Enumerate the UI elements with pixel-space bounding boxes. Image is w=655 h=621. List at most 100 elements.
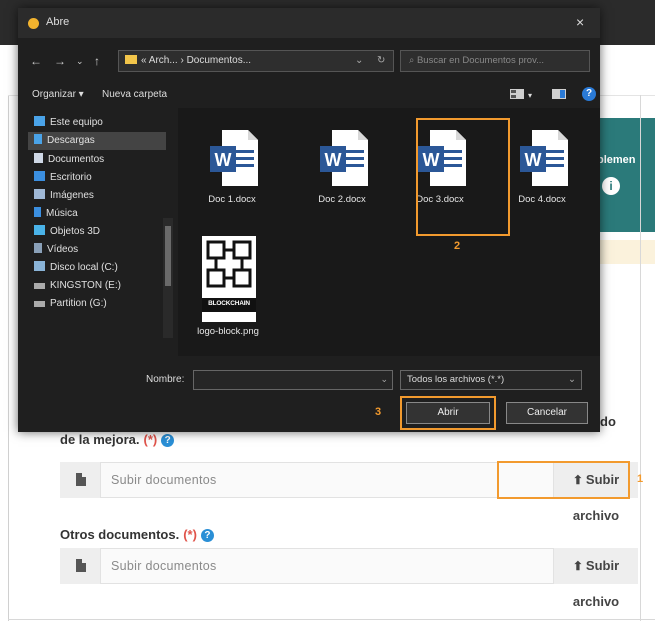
info-card-text: plemen <box>597 154 636 166</box>
svg-text:W: W <box>525 150 542 170</box>
nav-item-label: Disco local (C:) <box>50 262 118 273</box>
file-list: W Doc 1.docx W Doc 2.docx W Doc 3.docx W… <box>178 108 600 356</box>
nav-item-label: Este equipo <box>50 117 103 128</box>
file-item-doc4[interactable]: W Doc 4.docx <box>502 120 582 216</box>
nav-item-label: KINGSTON (E:) <box>50 280 121 291</box>
download-icon <box>34 134 42 144</box>
documents-icon <box>34 153 43 163</box>
page-divider <box>640 95 641 621</box>
nav-item-kingston[interactable]: KINGSTON (E:) <box>34 277 174 295</box>
nav-item-label: Descargas <box>47 135 95 146</box>
navigation-pane: Este equipo Descargas Documentos Escrito… <box>18 108 178 356</box>
drive-icon <box>34 301 45 307</box>
desktop-icon <box>34 171 45 181</box>
up-arrow-icon[interactable]: ↑ <box>94 54 100 68</box>
filetype-value: Todos los archivos (*.*) <box>407 374 505 385</box>
dialog-title-bar: Abre × <box>18 8 600 38</box>
chevron-down-icon[interactable]: ⌄ <box>568 371 576 389</box>
nav-item-local-disk[interactable]: Disco local (C:) <box>34 259 174 277</box>
nav-item-desktop[interactable]: Escritorio <box>34 169 174 187</box>
nav-item-this-pc[interactable]: Este equipo <box>34 114 174 132</box>
dialog-toolbar: Organizar ▾ Nueva carpeta ▾ ? <box>18 84 600 108</box>
file-item-doc1[interactable]: W Doc 1.docx <box>192 120 272 216</box>
nav-item-videos[interactable]: Vídeos <box>34 241 174 259</box>
videos-icon <box>34 243 42 253</box>
highlight-upload-button <box>497 461 630 499</box>
drive-icon <box>34 261 45 271</box>
word-document-icon: W <box>520 130 568 186</box>
nav-item-documents[interactable]: Documentos <box>34 151 174 169</box>
nav-item-pictures[interactable]: Imágenes <box>34 187 174 205</box>
highlight-open-button <box>400 396 496 430</box>
close-icon[interactable]: × <box>576 14 584 30</box>
info-icon: i <box>602 177 620 195</box>
nav-item-partition[interactable]: Partition (G:) <box>34 295 174 313</box>
cancel-button[interactable]: Cancelar <box>506 402 588 424</box>
upload-file-button[interactable]: ⬆ Subir archivo <box>554 548 638 609</box>
chevron-down-icon[interactable]: ⌄ <box>355 51 363 71</box>
help-icon[interactable]: ? <box>200 529 214 542</box>
scrollbar-thumb[interactable] <box>165 226 171 286</box>
recent-chevron-icon[interactable]: ⌄ <box>76 56 84 67</box>
usb-drive-icon <box>34 283 45 289</box>
dialog-title: Abre <box>46 16 70 28</box>
address-bar[interactable]: « Arch... › Documentos... ⌄ ↻ <box>118 50 394 72</box>
search-input[interactable]: ⌕ Buscar en Documentos prov... <box>400 50 590 72</box>
word-document-icon: W <box>210 130 258 186</box>
music-icon <box>34 207 41 217</box>
svg-text:W: W <box>325 150 342 170</box>
file-name: logo-block.png <box>197 326 259 337</box>
file-item-doc2[interactable]: W Doc 2.docx <box>302 120 382 216</box>
file-icon <box>76 473 86 486</box>
organize-menu[interactable]: Organizar ▾ <box>32 89 84 100</box>
required-marker: (*) <box>143 432 158 447</box>
file-name: Doc 2.docx <box>318 194 366 205</box>
filetype-select[interactable]: Todos los archivos (*.*) ⌄ <box>400 370 582 390</box>
upload-documents-input[interactable]: Subir documentos <box>100 548 554 584</box>
file-name: Doc 4.docx <box>518 194 566 205</box>
back-arrow-icon[interactable]: ← <box>30 54 42 68</box>
filename-label: Nombre: <box>146 374 185 385</box>
nav-item-label: Objetos 3D <box>50 226 101 237</box>
field-label-improvement: de la mejora. (*)? <box>60 432 175 447</box>
new-folder-button[interactable]: Nueva carpeta <box>102 89 167 100</box>
nav-item-downloads[interactable]: Descargas <box>28 132 166 150</box>
nav-item-label: Partition (G:) <box>50 298 107 309</box>
address-path: « Arch... › Documentos... <box>141 55 252 66</box>
nav-item-label: Música <box>46 208 78 219</box>
filename-input[interactable]: ⌄ <box>193 370 393 390</box>
field-label-other: Otros documentos. (*)? <box>60 527 214 542</box>
computer-icon <box>34 116 45 126</box>
step-number-3: 3 <box>375 406 382 418</box>
pictures-icon <box>34 189 45 199</box>
folder-icon <box>125 55 137 64</box>
help-icon[interactable]: ? <box>161 434 175 447</box>
upload-row-other: Subir documentos ⬆ Subir archivo <box>60 548 638 609</box>
page-left-edge <box>0 45 9 621</box>
dialog-footer: Nombre: ⌄ Todos los archivos (*.*) ⌄ 3 A… <box>18 358 600 432</box>
field-label-fragment: do <box>600 414 616 429</box>
nav-scrollbar[interactable] <box>163 218 173 338</box>
file-icon <box>76 559 86 572</box>
nav-item-music[interactable]: Música <box>34 205 174 223</box>
view-options-icon[interactable] <box>510 88 524 100</box>
nav-item-label: Imágenes <box>50 190 94 201</box>
file-item-logo[interactable]: BLOCKCHAIN logo-block.png <box>188 230 268 337</box>
preview-pane-icon[interactable] <box>552 88 566 100</box>
nav-item-label: Documentos <box>48 154 105 165</box>
upload-documents-input[interactable]: Subir documentos <box>100 462 554 498</box>
view-chevron-icon[interactable]: ▾ <box>528 91 532 100</box>
nav-item-label: Vídeos <box>47 244 79 255</box>
help-icon[interactable]: ? <box>582 87 596 101</box>
forward-arrow-icon[interactable]: → <box>54 54 66 68</box>
address-bar-row: ← → ⌄ ↑ « Arch... › Documentos... ⌄ ↻ ⌕ … <box>18 38 600 84</box>
objects3d-icon <box>34 225 45 235</box>
chevron-down-icon[interactable]: ⌄ <box>380 374 388 385</box>
refresh-icon[interactable]: ↻ <box>377 51 385 71</box>
svg-text:W: W <box>215 150 232 170</box>
required-marker: (*) <box>183 527 197 542</box>
file-name: Doc 1.docx <box>208 194 256 205</box>
step-number-1: 1 <box>637 473 644 485</box>
page-bottom-line <box>8 619 655 620</box>
nav-item-3d-objects[interactable]: Objetos 3D <box>34 223 174 241</box>
